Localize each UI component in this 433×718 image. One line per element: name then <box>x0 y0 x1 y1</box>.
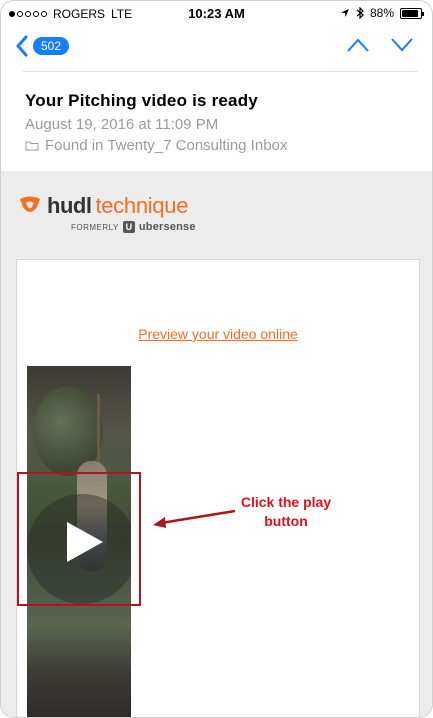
annotation-callout: Click the play button <box>240 494 332 529</box>
message-navigation <box>346 37 414 53</box>
previous-message-button[interactable] <box>346 37 370 53</box>
header-divider <box>23 71 418 72</box>
back-button[interactable]: 502 <box>15 35 70 57</box>
folder-icon <box>25 141 39 151</box>
location-arrow-icon <box>340 9 349 17</box>
annotation-arrow-icon <box>153 509 236 528</box>
status-bar: ROGERS LTE 10:23 AM 88% <box>1 1 432 25</box>
bluetooth-icon <box>356 7 364 19</box>
message-header: Your Pitching video is ready August 19, … <box>25 91 418 154</box>
former-brand-name: ubersense <box>138 221 196 233</box>
hudl-technique-logo: hudl technique FORMERLY U ubersense <box>17 193 196 233</box>
unread-count-badge: 502 <box>33 37 70 55</box>
chevron-left-icon <box>16 35 28 57</box>
formerly-label: FORMERLY <box>71 222 119 232</box>
logo-brand-light: technique <box>95 193 189 218</box>
battery-percent: 88% <box>369 6 394 20</box>
mail-nav-bar: 502 <box>1 29 432 65</box>
found-in-label: Found in Twenty_7 Consulting Inbox <box>45 137 288 154</box>
email-body: hudl technique FORMERLY U ubersense Prev… <box>1 171 432 717</box>
mailbox-location[interactable]: Found in Twenty_7 Consulting Inbox <box>25 137 418 154</box>
message-date: August 19, 2016 at 11:09 PM <box>25 116 219 133</box>
battery-icon <box>400 7 424 19</box>
play-button-highlight-box <box>17 472 141 606</box>
preview-video-link[interactable]: Preview your video online <box>17 326 419 342</box>
logo-brand-bold: hudl <box>47 193 92 218</box>
message-subject: Your Pitching video is ready <box>25 91 258 110</box>
next-message-button[interactable] <box>390 37 414 53</box>
formerly-ubersense: FORMERLY U ubersense <box>71 221 196 233</box>
phone-frame: ROGERS LTE 10:23 AM 88% 502 Your Pitchin… <box>0 0 433 718</box>
status-right: 88% <box>340 6 424 20</box>
ubersense-mark-icon: U <box>122 221 135 233</box>
hudl-logo-icon <box>20 196 40 212</box>
